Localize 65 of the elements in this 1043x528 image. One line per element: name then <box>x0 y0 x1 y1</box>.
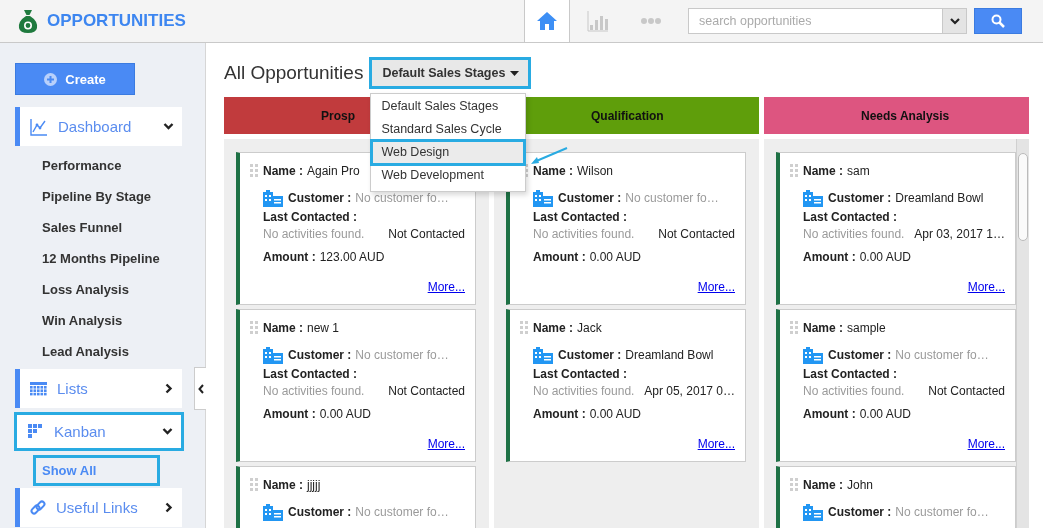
field-label: Last Contacted : <box>803 210 897 224</box>
customer-name: No customer fo… <box>625 191 719 205</box>
field-label: Amount : <box>533 249 586 264</box>
contact-status: Not Contacted <box>388 383 465 398</box>
customer-name: No customer fo… <box>895 348 989 362</box>
activities-text: No activities found. <box>803 226 905 241</box>
contact-status: Apr 03, 2017 1… <box>914 226 1005 241</box>
field-label: Name : <box>803 477 843 492</box>
page-title: All Opportunities <box>224 62 364 84</box>
amount-value: 0.00 AUD <box>589 249 642 264</box>
field-label: Last Contacted : <box>533 210 627 224</box>
field-label: Name : <box>263 477 303 492</box>
customer-name: Dreamland Bowl <box>895 191 984 205</box>
activities-text: No activities found. <box>263 226 365 241</box>
field-label: Customer : <box>288 191 352 205</box>
field-label: Customer : <box>828 505 892 519</box>
field-label: Last Contacted : <box>263 210 357 224</box>
contact-status: Not Contacted <box>928 383 1005 398</box>
field-label: Last Contacted : <box>803 367 897 381</box>
field-label: Name : <box>263 163 303 178</box>
field-label: Amount : <box>803 406 856 421</box>
opportunity-name: John <box>847 477 874 492</box>
customer-name: No customer fo… <box>355 191 449 205</box>
field-label: Amount : <box>263 249 316 264</box>
opportunity-name: new 1 <box>307 320 340 335</box>
field-label: Customer : <box>558 191 622 205</box>
amount-value: 0.00 AUD <box>859 249 912 264</box>
customer-name: No customer fo… <box>895 505 989 519</box>
amount-value: 0.00 AUD <box>319 406 372 421</box>
activities-text: No activities found. <box>803 383 905 398</box>
app-title: OPPORTUNITIES <box>47 11 186 31</box>
opportunity-name: sam <box>847 163 870 178</box>
field-label: Last Contacted : <box>533 367 627 381</box>
field-label: Name : <box>533 320 573 335</box>
field-label: Customer : <box>828 348 892 362</box>
activities-text: No activities found. <box>263 383 365 398</box>
customer-name: No customer fo… <box>355 348 449 362</box>
field-label: Customer : <box>558 348 622 362</box>
opportunity-name: Again Pro <box>307 163 360 178</box>
customer-name: No customer fo… <box>355 505 449 519</box>
contact-status: Not Contacted <box>658 226 735 241</box>
amount-value: 0.00 AUD <box>859 406 912 421</box>
field-label: Amount : <box>533 406 586 421</box>
amount-value: 123.00 AUD <box>319 249 385 264</box>
column-header: Needs Analysis <box>764 97 1029 134</box>
field-label: Customer : <box>288 505 352 519</box>
opportunity-name: jjjjj <box>307 477 321 492</box>
field-label: Amount : <box>803 249 856 264</box>
field-label: Name : <box>533 163 573 178</box>
field-label: Customer : <box>288 348 352 362</box>
contact-status: Not Contacted <box>388 226 465 241</box>
amount-value: 0.00 AUD <box>589 406 642 421</box>
customer-name: Dreamland Bowl <box>625 348 714 362</box>
field-label: Name : <box>263 320 303 335</box>
field-label: Name : <box>803 163 843 178</box>
opportunity-name: Wilson <box>577 163 614 178</box>
field-label: Amount : <box>263 406 316 421</box>
field-label: Customer : <box>828 191 892 205</box>
contact-status: Apr 05, 2017 0… <box>644 383 735 398</box>
field-label: Last Contacted : <box>263 367 357 381</box>
opportunity-name: Jack <box>577 320 602 335</box>
field-label: Name : <box>803 320 843 335</box>
activities-text: No activities found. <box>533 383 635 398</box>
opportunity-name: sample <box>847 320 886 335</box>
activities-text: No activities found. <box>533 226 635 241</box>
